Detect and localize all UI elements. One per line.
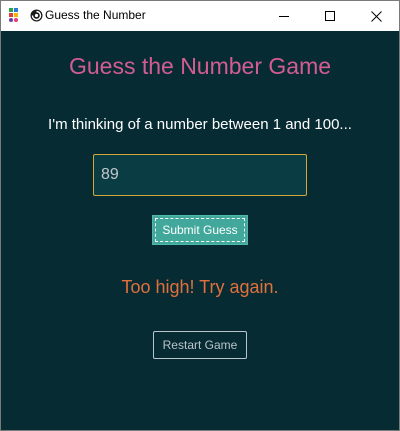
swirl-icon bbox=[30, 9, 43, 22]
feedback-message: Too high! Try again. bbox=[121, 277, 279, 297]
app-logo-icon bbox=[9, 8, 23, 22]
title-bar[interactable]: Guess the Number bbox=[1, 1, 399, 31]
close-icon bbox=[370, 10, 382, 22]
submit-guess-button[interactable]: Submit Guess bbox=[152, 215, 248, 245]
game-prompt: I'm thinking of a number between 1 and 1… bbox=[48, 116, 352, 133]
game-title: Guess the Number Game bbox=[68, 53, 332, 79]
app-window: Guess the Number Guess the Number Game I… bbox=[0, 0, 400, 431]
restart-game-button[interactable]: Restart Game bbox=[153, 331, 247, 359]
minimize-button[interactable] bbox=[261, 1, 307, 31]
guess-input[interactable] bbox=[93, 154, 307, 196]
game-panel: Guess the Number Game I'm thinking of a … bbox=[1, 31, 399, 430]
maximize-icon bbox=[325, 11, 335, 21]
window-title: Guess the Number bbox=[45, 8, 146, 22]
maximize-button[interactable] bbox=[307, 1, 353, 31]
submit-guess-label: Submit Guess bbox=[155, 218, 245, 242]
close-button[interactable] bbox=[353, 1, 399, 31]
minimize-icon bbox=[279, 16, 289, 17]
